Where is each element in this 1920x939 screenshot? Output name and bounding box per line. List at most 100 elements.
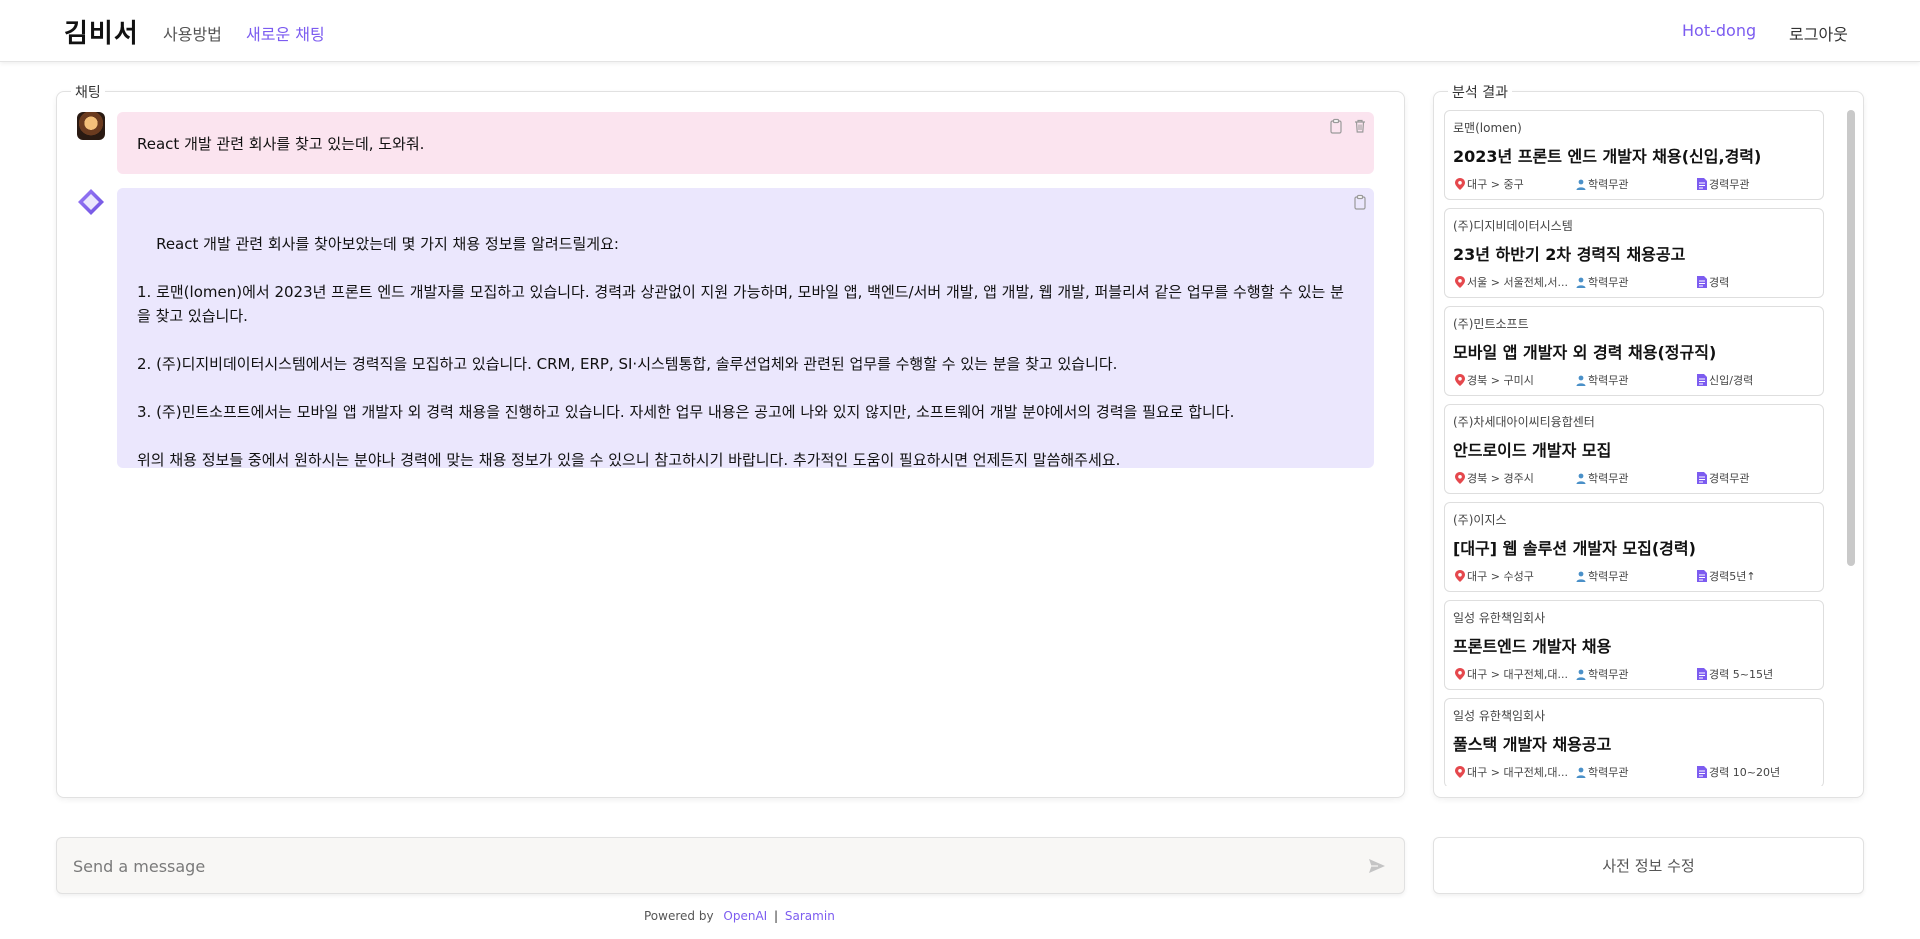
job-company: (주)민트소프트 [1453,317,1529,331]
assistant-avatar-icon [78,189,104,215]
job-card[interactable]: (주)민트소프트모바일 앱 개발자 외 경력 채용(정규직) 경북 > 구미시 학력… [1444,306,1824,396]
logout-link[interactable]: 로그아웃 [1789,21,1848,45]
location-pin-icon [1455,178,1465,190]
job-title[interactable]: 프론트엔드 개발자 채용 [1453,633,1815,655]
job-company: 일성 유한책임회사 [1453,611,1546,625]
job-location: 대구 > 대구전체,대... [1455,666,1575,682]
trash-icon[interactable] [1352,118,1368,134]
person-icon [1576,179,1586,190]
document-icon [1697,276,1707,288]
job-company: (주)디지비데이터시스템 [1453,219,1573,233]
job-location: 경북 > 구미시 [1455,372,1575,388]
document-icon [1697,668,1707,680]
location-pin-icon [1455,570,1465,582]
chat-panel: 채팅 React 개발 관련 회사를 찾고 있는데, 도와줘. React 개발… [56,82,1405,798]
assistant-message-actions [1352,194,1368,210]
job-experience: 경력 [1697,274,1817,290]
job-meta: 경북 > 구미시 학력무관 신입/경력 [1455,372,1815,388]
job-education-text: 학력무관 [1588,766,1629,779]
job-experience-text: 경력무관 [1709,472,1750,485]
nav-guide-link[interactable]: 사용방법 [163,21,222,45]
document-icon [1697,570,1707,582]
job-experience-text: 경력 5~15년 [1709,668,1774,681]
copy-icon[interactable] [1328,118,1344,134]
job-experience-text: 경력 [1709,276,1730,289]
job-meta: 경북 > 경주시 학력무관 경력무관 [1455,470,1815,486]
job-title[interactable]: [대구] 웹 솔루션 개발자 모집(경력) [1453,535,1815,557]
edit-profile-button[interactable]: 사전 정보 수정 [1433,837,1864,894]
copy-icon[interactable] [1352,194,1368,210]
footer: Powered by OpenAI | Saramin [644,909,835,923]
job-location-text: 서울 > 서울전체,서... [1467,276,1569,289]
job-title[interactable]: 안드로이드 개발자 모집 [1453,437,1815,459]
message-input[interactable] [73,852,1333,880]
job-education-text: 학력무관 [1588,472,1629,485]
job-education-text: 학력무관 [1588,276,1629,289]
job-location-text: 경북 > 경주시 [1467,472,1534,485]
job-location: 대구 > 중구 [1455,176,1575,192]
job-meta: 대구 > 수성구 학력무관 경력5년↑ [1455,568,1815,584]
job-education-text: 학력무관 [1588,668,1629,681]
job-card[interactable]: (주)이지스 [대구] 웹 솔루션 개발자 모집(경력) 대구 > 수성구 학력무관 경… [1444,502,1824,592]
job-experience-text: 경력 10~20년 [1709,766,1781,779]
job-title[interactable]: 풀스택 개발자 채용공고 [1453,731,1815,753]
send-icon[interactable] [1367,856,1387,876]
job-card[interactable]: 일성 유한책임회사프론트엔드 개발자 채용대구 > 대구전체,대... 학력무관 경… [1444,600,1824,690]
document-icon [1697,178,1707,190]
job-experience: 경력5년↑ [1697,568,1817,584]
saramin-link[interactable]: Saramin [785,909,835,923]
job-title[interactable]: 모바일 앱 개발자 외 경력 채용(정규직) [1453,339,1815,361]
openai-link[interactable]: OpenAI [723,909,767,923]
person-icon [1576,277,1586,288]
job-card[interactable]: (주)차세대아이씨티융합센터 안드로이드 개발자 모집 경북 > 경주시 학력무관 경력… [1444,404,1824,494]
document-icon [1697,374,1707,386]
person-icon [1576,571,1586,582]
job-location: 대구 > 수성구 [1455,568,1575,584]
job-location-text: 대구 > 대구전체,대... [1467,766,1569,779]
person-icon [1576,473,1586,484]
job-card[interactable]: 일성 유한책임회사풀스택 개발자 채용공고대구 > 대구전체,대... 학력무관 경… [1444,698,1824,786]
brand-logo[interactable]: 김비서 [64,13,139,50]
location-pin-icon [1455,374,1465,386]
top-nav-bar: 김비서 사용방법 새로운 채팅 Hot-dong 로그아웃 [0,0,1920,62]
job-card[interactable]: 로맨(lomen) 2023년 프론트 엔드 개발자 채용(신입,경력) 대구 > … [1444,110,1824,200]
job-experience: 신입/경력 [1697,372,1817,388]
person-icon [1576,669,1586,680]
assistant-message-text: React 개발 관련 회사를 찾아보았는데 몇 가지 채용 정보를 알려드릴게… [137,235,1344,469]
job-education: 학력무관 [1576,176,1686,192]
job-location-text: 대구 > 수성구 [1467,570,1534,583]
user-name-link[interactable]: Hot-dong [1682,21,1756,40]
chat-panel-legend: 채팅 [71,82,105,102]
job-list[interactable]: 로맨(lomen) 2023년 프론트 엔드 개발자 채용(신입,경력) 대구 > … [1444,110,1846,786]
job-education: 학력무관 [1576,470,1686,486]
nav-new-chat-link[interactable]: 새로운 채팅 [246,21,325,45]
location-pin-icon [1455,276,1465,288]
job-title[interactable]: 23년 하반기 2차 경력직 채용공고 [1453,241,1815,263]
user-message-actions [1328,118,1368,134]
result-panel-legend: 분석 결과 [1448,82,1512,102]
job-location: 서울 > 서울전체,서... [1455,274,1575,290]
job-location: 경북 > 경주시 [1455,470,1575,486]
job-title[interactable]: 2023년 프론트 엔드 개발자 채용(신입,경력) [1453,143,1815,165]
user-message: React 개발 관련 회사를 찾고 있는데, 도와줘. [117,112,1374,174]
job-experience: 경력무관 [1697,470,1817,486]
person-icon [1576,375,1586,386]
job-list-scrollbar[interactable] [1847,110,1855,566]
job-education-text: 학력무관 [1588,570,1629,583]
job-location-text: 대구 > 중구 [1467,178,1524,191]
job-education: 학력무관 [1576,372,1686,388]
job-education: 학력무관 [1576,568,1686,584]
job-company: 일성 유한책임회사 [1453,709,1546,723]
job-card[interactable]: (주)디지비데이터시스템 23년 하반기 2차 경력직 채용공고서울 > 서울전체… [1444,208,1824,298]
job-experience-text: 경력5년↑ [1709,570,1756,583]
job-company: 로맨(lomen) [1453,121,1522,135]
job-education: 학력무관 [1576,764,1686,780]
job-meta: 대구 > 대구전체,대... 학력무관 경력 10~20년 [1455,764,1815,780]
job-education-text: 학력무관 [1588,374,1629,387]
job-location-text: 대구 > 대구전체,대... [1467,668,1569,681]
document-icon [1697,472,1707,484]
user-message-text: React 개발 관련 회사를 찾고 있는데, 도와줘. [137,135,425,153]
job-meta: 대구 > 중구 학력무관 경력무관 [1455,176,1815,192]
job-experience-text: 경력무관 [1709,178,1750,191]
job-experience: 경력 10~20년 [1697,764,1817,780]
